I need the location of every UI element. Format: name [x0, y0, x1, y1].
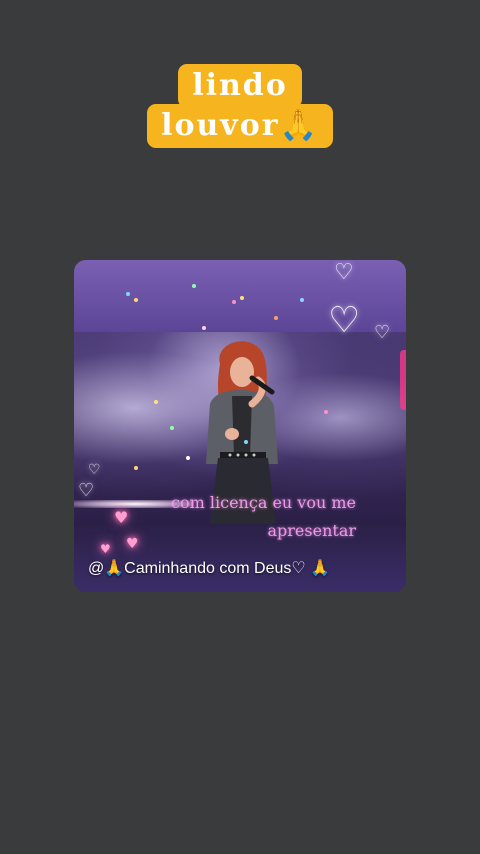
credit-text: @🙏Caminhando com Deus♡ 🙏: [88, 560, 331, 577]
sparkle: [274, 316, 278, 320]
sparkle: [240, 296, 244, 300]
video-bottom-band: [74, 522, 406, 592]
title-line-2: louvor🙏: [147, 104, 333, 148]
heart-bubble-icon: ♡: [78, 480, 95, 501]
sparkle: [232, 300, 236, 304]
sparkle: [126, 292, 130, 296]
heart-bubble-icon: ♡: [374, 322, 391, 343]
sparkle: [192, 284, 196, 288]
sparkle: [324, 410, 328, 414]
sparkle: [202, 326, 206, 330]
pink-heart-icon: ♥: [126, 536, 139, 552]
sparkle: [300, 298, 304, 302]
heart-bubble-icon: ♡: [328, 300, 361, 341]
sparkle: [170, 426, 174, 430]
title-sticker[interactable]: lindo louvor🙏: [0, 64, 480, 148]
sparkle: [186, 456, 190, 460]
sparkle: [134, 466, 138, 470]
lyric-line-1: com licença eu vou me: [171, 493, 356, 512]
heart-bubble-icon: ♡: [88, 462, 101, 478]
title-line-1: lindo: [178, 64, 302, 108]
stage-pink-light: [400, 350, 406, 410]
sparkle: [154, 400, 158, 404]
pink-heart-icon: ♥: [114, 508, 129, 527]
pink-heart-icon: ♥: [100, 542, 111, 556]
sparkle: [134, 298, 138, 302]
sparkle: [244, 440, 248, 444]
video-post[interactable]: ♡ ♡ ♡ ♡ ♡ ♥ ♥ ♥ com licença eu vou me ap…: [74, 260, 406, 592]
lyric-line-2: apresentar: [267, 521, 357, 540]
heart-bubble-icon: ♡: [334, 260, 354, 285]
